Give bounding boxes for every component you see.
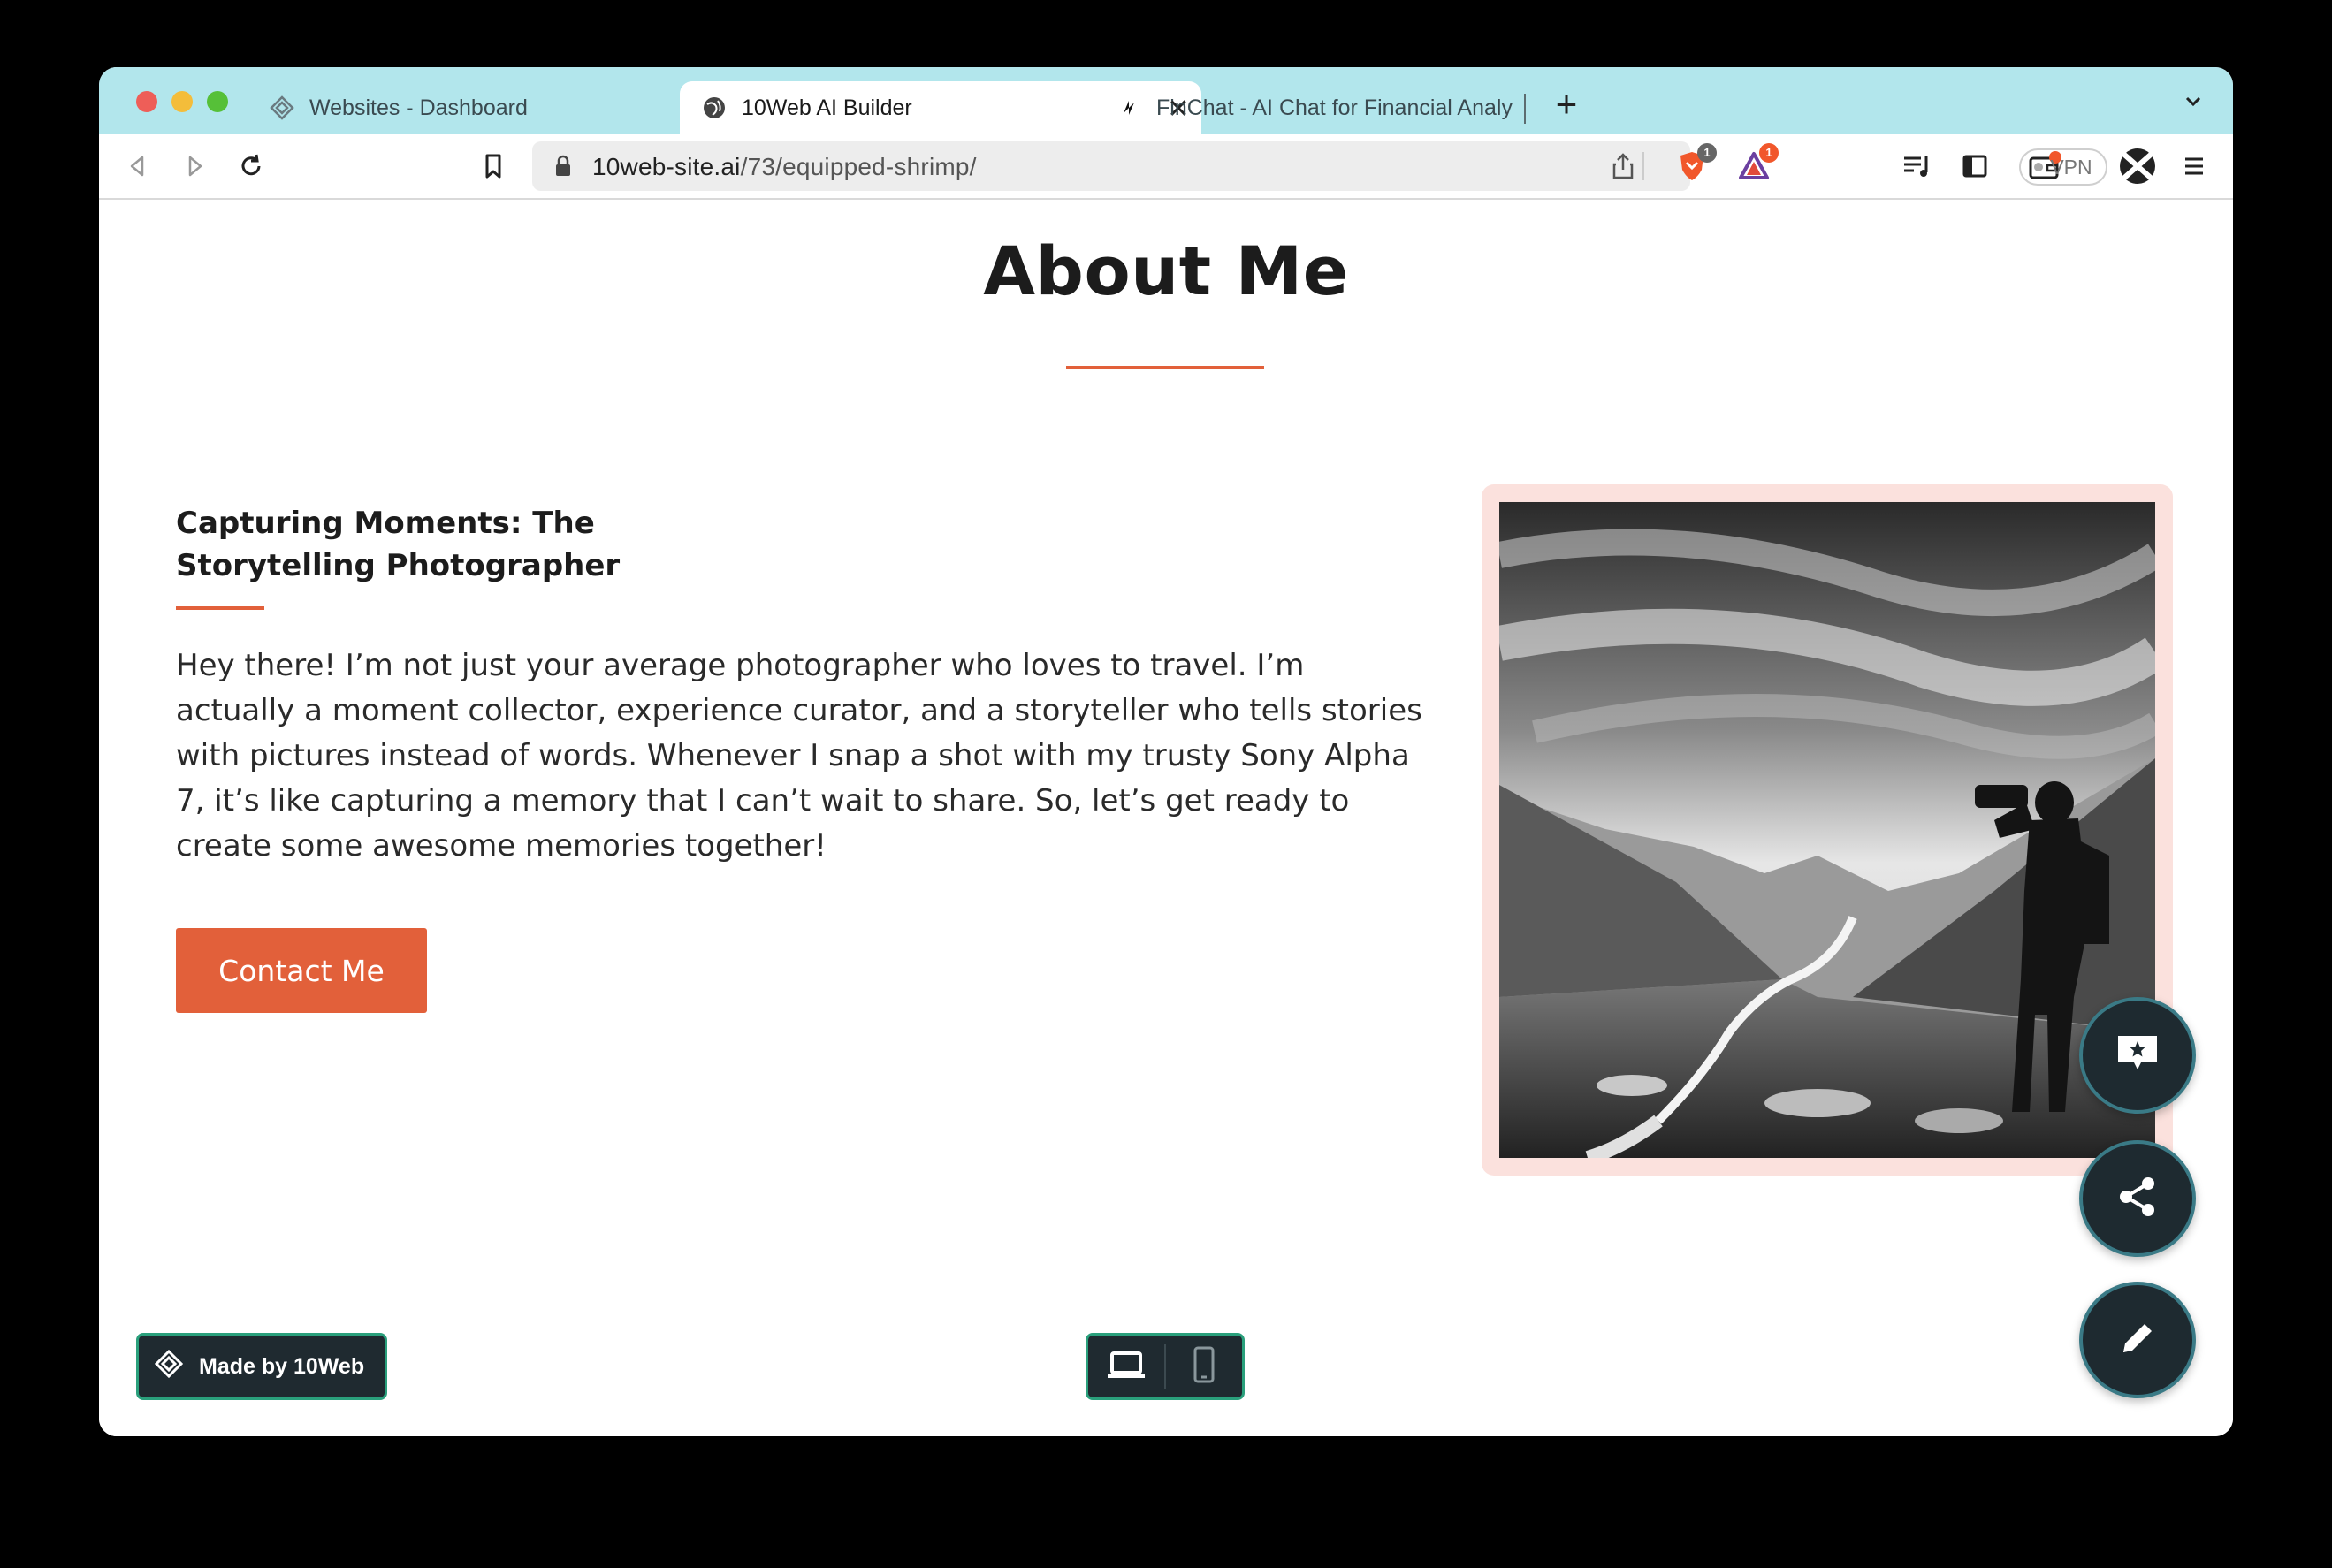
edit-button[interactable] (2079, 1282, 2196, 1398)
globe-icon (701, 95, 728, 121)
share-button[interactable] (2079, 1140, 2196, 1257)
tab-finchat[interactable]: FinChat - AI Chat for Financial Analy (1116, 81, 1531, 134)
page-title: About Me (983, 232, 1349, 310)
vpn-label: VPN (2050, 155, 2092, 179)
chevron-down-icon[interactable] (2180, 88, 2206, 115)
new-tab-button[interactable]: + (1549, 85, 1584, 124)
forward-icon[interactable] (175, 147, 214, 186)
address-bar[interactable]: 10web-site.ai/73/equipped-shrimp/ (532, 141, 1690, 191)
close-window-button[interactable] (136, 91, 157, 112)
minimize-window-button[interactable] (171, 91, 193, 112)
tab-websites-dashboard[interactable]: Websites - Dashboard (269, 81, 675, 134)
maximize-window-button[interactable] (207, 91, 228, 112)
mobile-preview-button[interactable] (1166, 1336, 1242, 1397)
lock-icon (553, 154, 573, 183)
tenweb-diamond-icon (269, 95, 295, 121)
vpn-button[interactable]: VPN (2019, 148, 2107, 186)
pencil-icon (2116, 1317, 2159, 1364)
title-underline (1066, 366, 1264, 369)
brave-rewards-icon[interactable]: 1 (1734, 143, 1779, 186)
tab-label: FinChat - AI Chat for Financial Analy (1156, 95, 1513, 120)
made-by-label: Made by 10Web (199, 1353, 365, 1379)
profile-avatar[interactable] (2118, 147, 2157, 186)
url-divider (1642, 152, 1644, 180)
feedback-button[interactable] (2079, 997, 2196, 1114)
browser-window: Websites - Dashboard 10Web AI Builder ✕ … (99, 67, 2233, 1436)
tenweb-logo-icon (154, 1349, 184, 1384)
brave-shields-icon[interactable]: 1 (1673, 143, 1717, 186)
url-text: 10web-site.ai/73/equipped-shrimp/ (592, 153, 977, 180)
finchat-logo-icon (1116, 95, 1142, 121)
tab-label: Websites - Dashboard (309, 95, 528, 120)
page-content: About Me Capturing Moments: The Storytel… (99, 202, 2233, 1436)
sidebar-icon[interactable] (1955, 147, 1994, 186)
desktop-preview-button[interactable] (1088, 1336, 1164, 1397)
back-icon[interactable] (118, 147, 157, 186)
subtitle-underline (176, 606, 264, 610)
reload-icon[interactable] (232, 147, 271, 186)
tab-divider (1524, 94, 1526, 124)
made-by-10web-badge[interactable]: Made by 10Web (136, 1333, 387, 1400)
shield-badge: 1 (1697, 143, 1717, 163)
photographer-mountain-photo (1499, 502, 2155, 1158)
rewards-badge: 1 (1759, 143, 1779, 163)
tab-label: 10Web AI Builder (742, 95, 912, 120)
about-body-text: Hey there! I’m not just your average pho… (176, 648, 1422, 864)
bookmark-icon[interactable] (474, 147, 513, 186)
phone-icon (1192, 1345, 1216, 1389)
share-icon (2115, 1174, 2161, 1224)
menu-icon[interactable] (2175, 147, 2214, 186)
share-page-icon[interactable] (1611, 152, 1635, 185)
chat-star-icon (2115, 1032, 2161, 1079)
playlist-icon[interactable] (1897, 147, 1936, 186)
contact-me-button[interactable]: Contact Me (176, 928, 427, 1013)
vpn-status-dot (2034, 163, 2044, 171)
photo-frame (1482, 484, 2173, 1176)
laptop-icon (1106, 1350, 1147, 1384)
tab-strip: Websites - Dashboard 10Web AI Builder ✕ … (99, 67, 2233, 134)
browser-toolbar: 10web-site.ai/73/equipped-shrimp/ 1 1 VP… (99, 134, 2233, 200)
device-preview-toggle (1086, 1333, 1245, 1400)
section-subtitle: Capturing Moments: The Storytelling Phot… (176, 506, 621, 583)
